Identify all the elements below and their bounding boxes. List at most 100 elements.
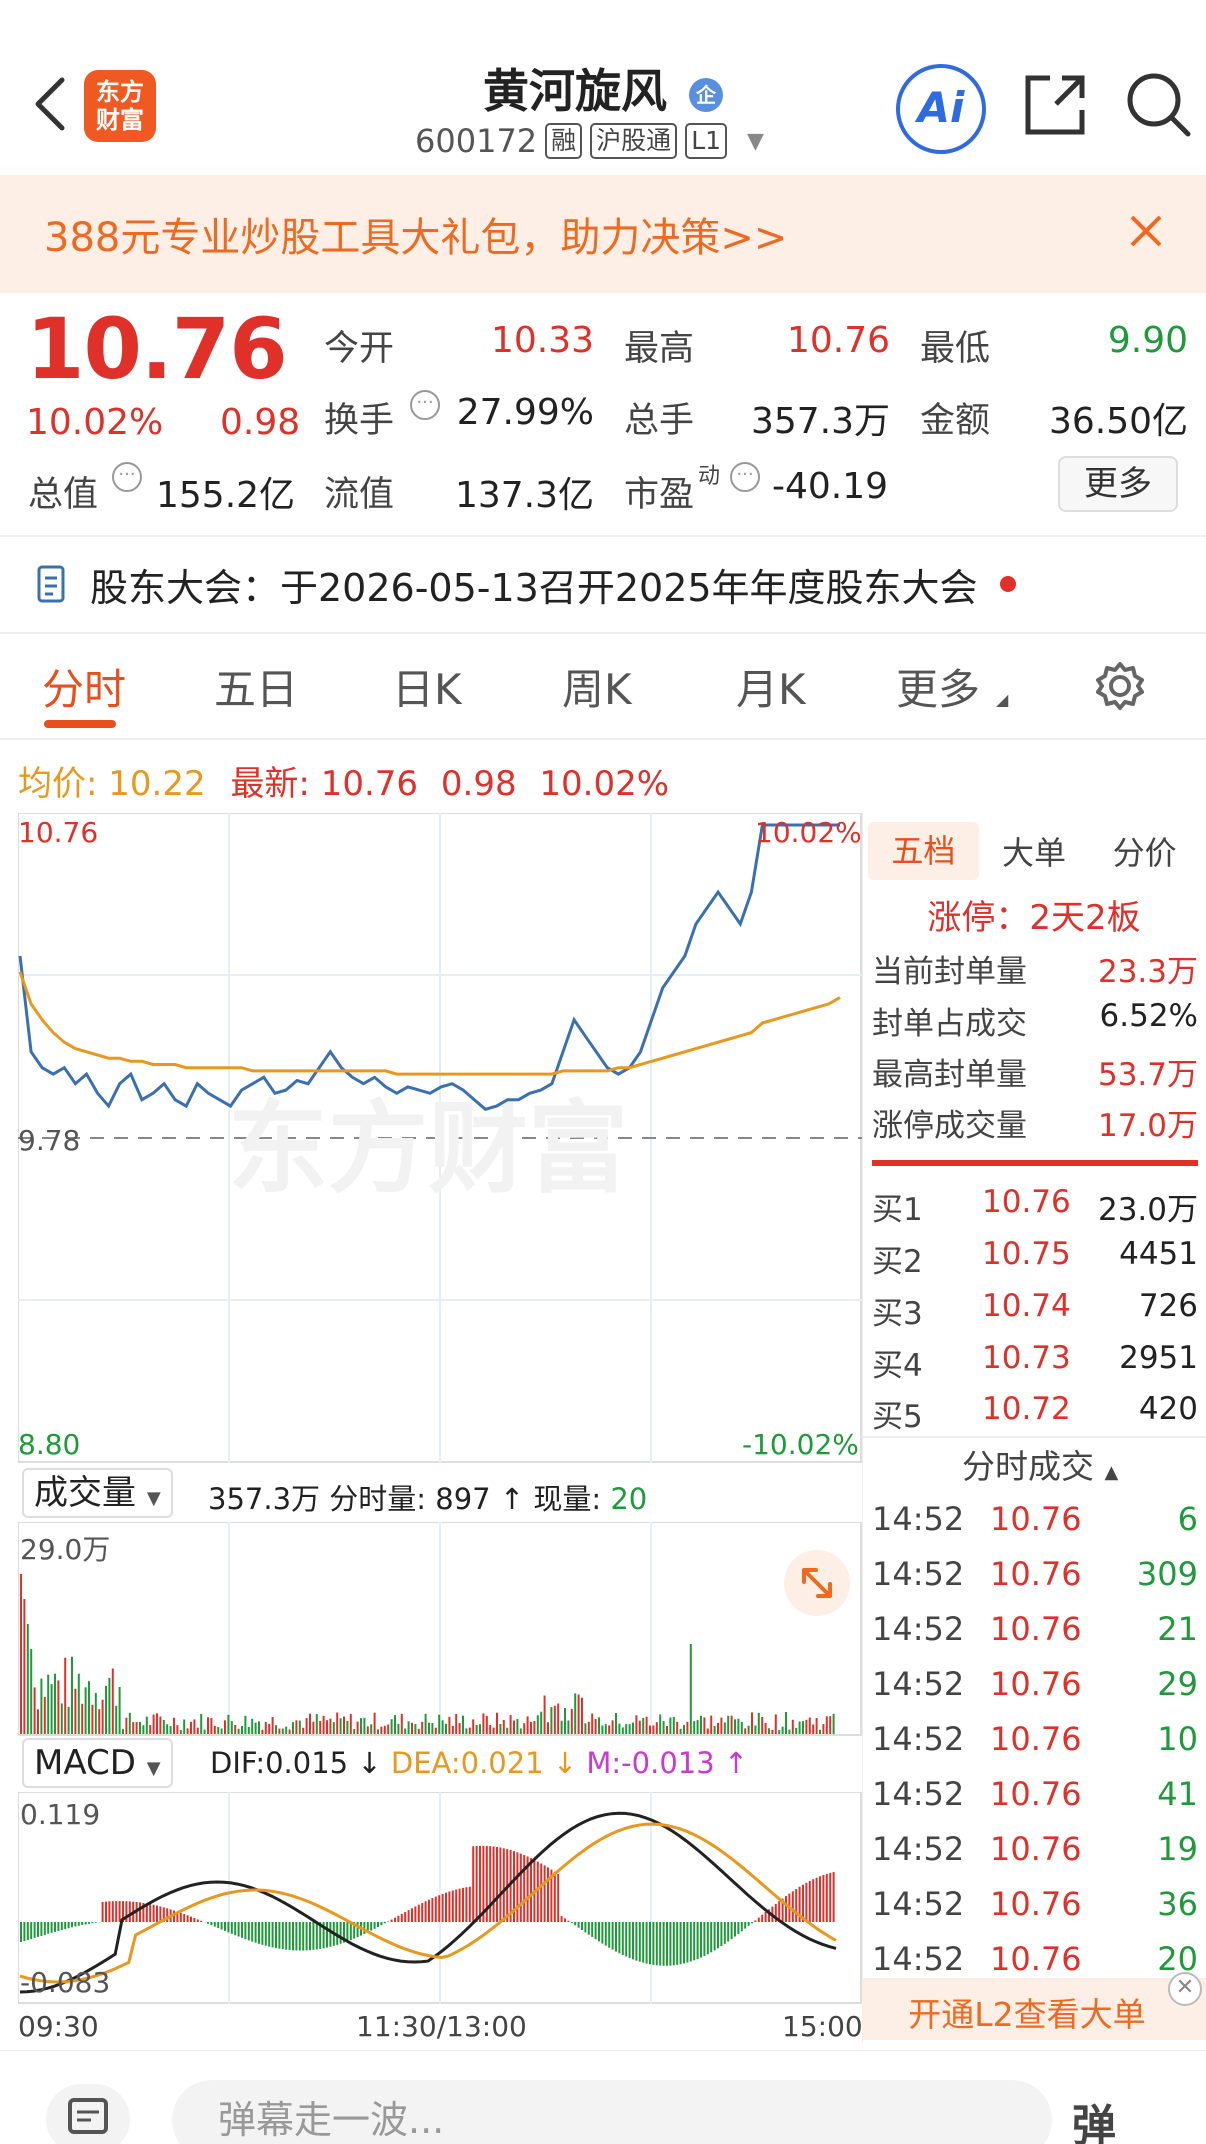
volume-indicator-dropdown[interactable]: 成交量 ▼ [22,1468,173,1518]
volume-bar [740,1721,743,1734]
macd-bar [234,1922,237,1936]
share-icon[interactable] [1020,70,1090,140]
volume-bar [139,1721,141,1734]
comment-icon[interactable] [46,2084,130,2144]
info-dots-icon[interactable]: ··· [112,462,142,492]
notice-text[interactable]: 股东大会：于2026-05-13召开2025年年度股东大会 [90,557,978,612]
volume-bar [496,1712,498,1734]
volume-bar [319,1721,322,1734]
intraday-chart[interactable]: 东方财富 [18,813,862,1463]
settings-gear-icon[interactable] [1094,660,1146,712]
trade-volume: 10 [1157,1720,1198,1758]
macd-bar [54,1922,56,1932]
divider [0,632,1206,634]
volume-bar [251,1718,254,1734]
macd-bar [451,1890,454,1922]
document-icon [36,564,72,604]
info-dots-icon[interactable]: ··· [410,390,440,420]
trades-title[interactable]: 分时成交 ▲ [962,1440,1118,1488]
volume-bar [373,1712,376,1734]
high-label: 最高 [624,329,695,369]
macd-bar [118,1901,121,1922]
macd-bar [111,1901,114,1922]
close-icon[interactable] [1126,211,1166,251]
macd-bar [635,1922,638,1961]
chart-info-line: 均价: 10.22 最新: 10.76 0.98 10.02% [18,756,669,805]
volume-bar [346,1721,349,1734]
stat-value: 6.52% [1099,998,1198,1034]
tab-intraday[interactable]: 分时 [42,656,126,717]
volume-bar [220,1728,223,1734]
volume-bar [591,1713,594,1734]
macd-bar [326,1922,328,1948]
volume-bar [693,1721,696,1734]
x-mid-label: 11:30/13:00 [356,2010,527,2043]
tab-more[interactable]: 更多 [896,656,980,717]
macd-bar [115,1901,118,1922]
macd-bar [791,1891,794,1922]
volume-bar [302,1727,305,1734]
more-button[interactable]: 更多 [1058,456,1178,512]
macd-bar [706,1922,709,1955]
volume-max-label: 29.0万 [20,1533,111,1566]
volume-bar [744,1728,747,1734]
search-icon[interactable] [1124,70,1194,140]
macd-bar [193,1918,196,1922]
volume-bar [261,1729,264,1734]
danmaku-toggle[interactable]: 弹 [1072,2090,1116,2144]
danmaku-input[interactable]: 弹幕走一波... [172,2080,1052,2144]
macd-indicator-dropdown[interactable]: MACD ▼ [22,1738,173,1788]
volume-bar [696,1720,699,1734]
macd-bar [649,1922,651,1965]
avg-value: 10.22 [108,764,206,804]
macd-bar [438,1895,441,1922]
volume-bar [414,1724,417,1734]
macd-bar [431,1898,434,1922]
macd-bar [584,1922,587,1933]
expand-icon[interactable] [784,1550,850,1616]
macd-bar [349,1922,352,1940]
tab-big-order[interactable]: 大单 [979,828,1090,874]
macd-bar [734,1922,736,1937]
volume-bar [400,1713,403,1734]
tab-five-day[interactable]: 五日 [214,656,298,717]
tab-five-level[interactable]: 五档 [868,822,979,880]
trade-row: 14:52 10.76 10 [872,1720,1198,1758]
macd-bar [683,1922,685,1964]
l2-upgrade-banner[interactable]: 开通L2查看大单 ✕ [862,1972,1206,2040]
stat-row: 封单占成交 6.52% [872,998,1198,1043]
chevron-down-icon[interactable]: ▼ [747,129,764,154]
tab-daily-k[interactable]: 日K [392,656,462,717]
volume-bar [217,1727,220,1734]
limit-divider [872,1160,1198,1166]
pe-label: 市盈 [624,475,695,515]
divider [862,1436,1206,1438]
tab-weekly-k[interactable]: 周K [562,656,632,717]
promo-banner[interactable]: 388元专业炒股工具大礼包，助力决策>> [0,175,1206,293]
macd-bar [659,1922,662,1966]
macd-bar [159,1906,162,1922]
bid-price: 10.73 [982,1340,1071,1376]
volume-bar [411,1722,413,1734]
trades-title-text: 分时成交 [962,1447,1094,1486]
tab-monthly-k[interactable]: 月K [736,656,806,717]
volume-bar [526,1716,529,1734]
info-dots-icon[interactable]: ··· [730,462,760,492]
volume-bar [757,1712,760,1734]
y-bot-label: 8.80 [18,1428,81,1461]
trade-price: 10.76 [990,1830,1082,1868]
volume-bar [421,1721,424,1734]
macd-bar [642,1922,645,1963]
macd-bar [237,1922,240,1937]
volume-bar [465,1728,468,1734]
trade-volume: 36 [1157,1885,1198,1923]
right-panel-tabs: 五档 大单 分价 [868,820,1200,882]
volume-bar [43,1696,46,1734]
volume-bar [64,1657,67,1734]
macd-bar [465,1887,468,1922]
volume-bar [608,1725,611,1734]
ai-button[interactable]: Ai [896,64,986,154]
volume-bar [523,1723,526,1734]
tab-price-dist[interactable]: 分价 [1089,828,1200,874]
volume-bar [356,1721,359,1734]
